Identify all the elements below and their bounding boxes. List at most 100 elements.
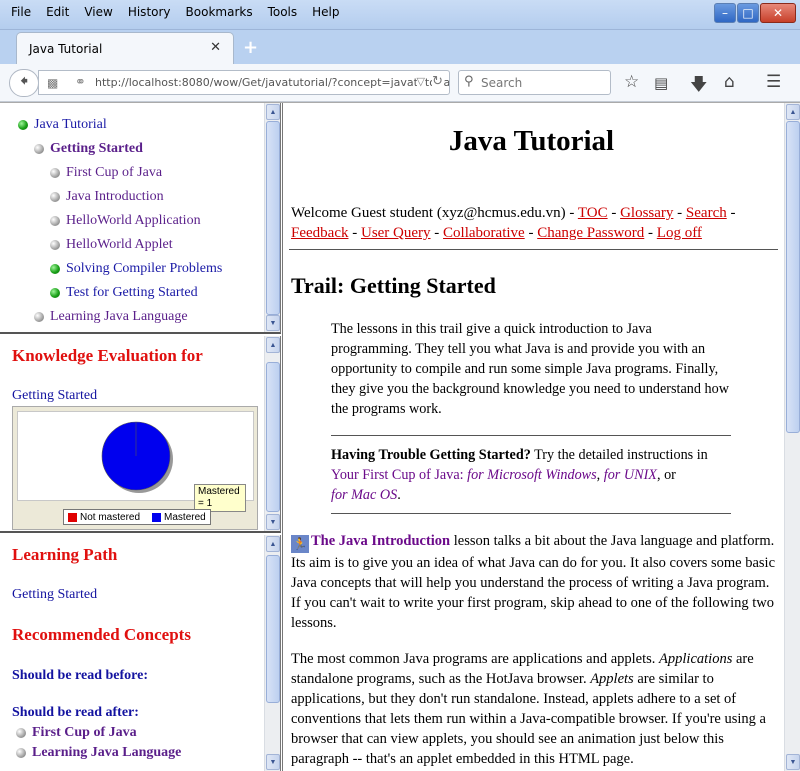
download-icon[interactable]: 🡇 bbox=[690, 72, 707, 101]
learning-scrollbar[interactable]: ▲ ▼ bbox=[264, 535, 280, 771]
trail-intro: The lessons in this trail give a quick i… bbox=[331, 321, 729, 417]
scroll-up-icon[interactable]: ▲ bbox=[786, 104, 800, 120]
legend-mastered: Mastered bbox=[164, 511, 206, 523]
read-after-label: Should be read after: bbox=[12, 705, 139, 720]
welcome-text: Welcome Guest student (xyz@hcmus.edu.vn)… bbox=[291, 205, 575, 221]
toc-item[interactable]: HelloWorld Applet bbox=[0, 233, 222, 257]
scroll-thumb[interactable] bbox=[266, 362, 280, 512]
welcome-line: Welcome Guest student (xyz@hcmus.edu.vn)… bbox=[291, 205, 736, 241]
page-title: Java Tutorial bbox=[448, 125, 615, 157]
feedback-link[interactable]: Feedback bbox=[291, 225, 348, 241]
search-input[interactable]: ⚲ Search bbox=[458, 70, 611, 95]
java-intro-link[interactable]: The Java Introduction bbox=[311, 533, 450, 549]
toc-item[interactable]: First Cup of Java bbox=[0, 161, 222, 185]
toc-item[interactable]: Learning Java Language bbox=[0, 305, 222, 329]
read-after-item[interactable]: Learning Java Language bbox=[16, 743, 181, 763]
windows-link[interactable]: for Microsoft Windows bbox=[467, 467, 597, 483]
scroll-down-icon[interactable]: ▼ bbox=[266, 754, 280, 770]
logoff-link[interactable]: Log off bbox=[657, 225, 702, 241]
scroll-down-icon[interactable]: ▼ bbox=[266, 514, 280, 530]
nav-bar: 🠸 ▩ ⚭ http://localhost:8080/wow/Get/java… bbox=[0, 64, 800, 102]
menu-edit[interactable]: Edit bbox=[39, 5, 77, 19]
trouble-text: Try the detailed instructions in bbox=[530, 447, 708, 463]
search-link[interactable]: Search bbox=[686, 205, 727, 221]
scroll-up-icon[interactable]: ▲ bbox=[266, 337, 280, 353]
minimize-button[interactable]: – bbox=[714, 3, 736, 23]
applets-term: Applets bbox=[590, 671, 634, 687]
title-bar: File Edit View History Bookmarks Tools H… bbox=[0, 0, 800, 30]
page-icon: ▩ bbox=[47, 76, 59, 90]
toc-item-label[interactable]: Solving Compiler Problems bbox=[66, 257, 222, 281]
evaluation-concept-link[interactable]: Getting Started bbox=[12, 388, 97, 404]
toc-item[interactable]: Java Tutorial bbox=[0, 113, 222, 137]
bookmark-star-icon[interactable]: ☆ bbox=[624, 72, 639, 92]
toc-item[interactable]: Getting Started bbox=[0, 137, 222, 161]
read-after-link[interactable]: Learning Java Language bbox=[32, 743, 181, 763]
scroll-thumb[interactable] bbox=[786, 121, 800, 433]
new-tab-button[interactable]: + bbox=[243, 37, 258, 58]
menu-help[interactable]: Help bbox=[305, 5, 347, 19]
toc-item[interactable]: Solving Compiler Problems bbox=[0, 257, 222, 281]
evaluation-scrollbar[interactable]: ▲ ▼ bbox=[264, 336, 280, 531]
read-after-list: First Cup of Java Learning Java Language bbox=[16, 723, 181, 763]
divider bbox=[289, 249, 778, 250]
scroll-thumb[interactable] bbox=[266, 555, 280, 703]
reading-list-icon[interactable]: ▤ bbox=[654, 74, 668, 92]
scroll-down-icon[interactable]: ▼ bbox=[786, 754, 800, 770]
change-password-link[interactable]: Change Password bbox=[537, 225, 644, 241]
macos-link[interactable]: for Mac OS bbox=[331, 487, 397, 503]
close-tab-icon[interactable]: ✕ bbox=[210, 40, 221, 55]
bullet-icon bbox=[50, 288, 60, 298]
main-scrollbar[interactable]: ▲ ▼ bbox=[784, 103, 800, 771]
menu-hamburger-icon[interactable]: ☰ bbox=[766, 72, 781, 92]
reload-icon[interactable]: ↻ bbox=[432, 74, 443, 89]
glossary-link[interactable]: Glossary bbox=[620, 205, 673, 221]
toc-item-label[interactable]: Java Introduction bbox=[66, 185, 164, 209]
toc-item[interactable]: Java Introduction bbox=[0, 185, 222, 209]
menu-tools[interactable]: Tools bbox=[261, 5, 306, 19]
toc-item-label[interactable]: Test for Getting Started bbox=[66, 281, 198, 305]
toc-link[interactable]: TOC bbox=[578, 205, 608, 221]
read-after-link[interactable]: First Cup of Java bbox=[32, 723, 137, 743]
menu-bookmarks[interactable]: Bookmarks bbox=[179, 5, 261, 19]
tab-java-tutorial[interactable]: Java Tutorial ✕ bbox=[16, 32, 234, 64]
tab-title: Java Tutorial bbox=[29, 41, 103, 56]
menu-file[interactable]: File bbox=[4, 5, 39, 19]
toc-item-label[interactable]: HelloWorld Applet bbox=[66, 233, 173, 257]
read-after-item[interactable]: First Cup of Java bbox=[16, 723, 181, 743]
user-query-link[interactable]: User Query bbox=[361, 225, 431, 241]
scroll-down-icon[interactable]: ▼ bbox=[266, 315, 280, 331]
scroll-up-icon[interactable]: ▲ bbox=[266, 104, 280, 120]
url-bar[interactable]: ▩ ⚭ http://localhost:8080/wow/Get/javatu… bbox=[38, 70, 450, 95]
first-cup-link[interactable]: Your First Cup of Java: bbox=[331, 467, 464, 483]
toc-item[interactable]: Test for Getting Started bbox=[0, 281, 222, 305]
toc-item-label[interactable]: Getting Started bbox=[50, 137, 143, 161]
scroll-up-icon[interactable]: ▲ bbox=[266, 536, 280, 552]
learning-path-item[interactable]: Getting Started bbox=[12, 587, 97, 603]
unix-link[interactable]: for UNIX bbox=[604, 467, 657, 483]
maximize-button[interactable]: □ bbox=[737, 3, 759, 23]
scroll-thumb[interactable] bbox=[266, 121, 280, 315]
collaborative-link[interactable]: Collaborative bbox=[443, 225, 525, 241]
toc-frame: Java Tutorial Getting Started First Cup of… bbox=[0, 103, 281, 334]
toc-scrollbar[interactable]: ▲ ▼ bbox=[264, 103, 280, 332]
toc-item-label[interactable]: HelloWorld Application bbox=[66, 209, 201, 233]
recommended-heading: Recommended Concepts bbox=[12, 625, 191, 644]
close-window-button[interactable]: ✕ bbox=[760, 3, 796, 23]
toc-item-label[interactable]: Learning Java Language bbox=[50, 305, 188, 329]
toc-item-label[interactable]: Java Tutorial bbox=[34, 113, 107, 137]
home-icon[interactable]: ⌂ bbox=[724, 72, 735, 92]
toc-item[interactable]: HelloWorld Application bbox=[0, 209, 222, 233]
trail-heading: Trail: Getting Started bbox=[291, 273, 496, 298]
toc-item-label[interactable]: First Cup of Java bbox=[66, 161, 162, 185]
history-dropdown-icon[interactable]: ▽ bbox=[416, 75, 425, 88]
evaluation-frame: Knowledge Evaluation for Getting Started… bbox=[0, 336, 281, 533]
menu-history[interactable]: History bbox=[121, 5, 179, 19]
menu-view[interactable]: View bbox=[77, 5, 120, 19]
back-button[interactable]: 🠸 bbox=[9, 69, 39, 97]
bullet-icon bbox=[50, 192, 60, 202]
menu-bar: File Edit View History Bookmarks Tools H… bbox=[4, 5, 348, 19]
evaluation-heading: Knowledge Evaluation for bbox=[12, 346, 203, 365]
chart-plot-area: Mastered = 1 bbox=[17, 411, 254, 512]
trouble-heading: Having Trouble Getting Started? bbox=[331, 447, 531, 463]
